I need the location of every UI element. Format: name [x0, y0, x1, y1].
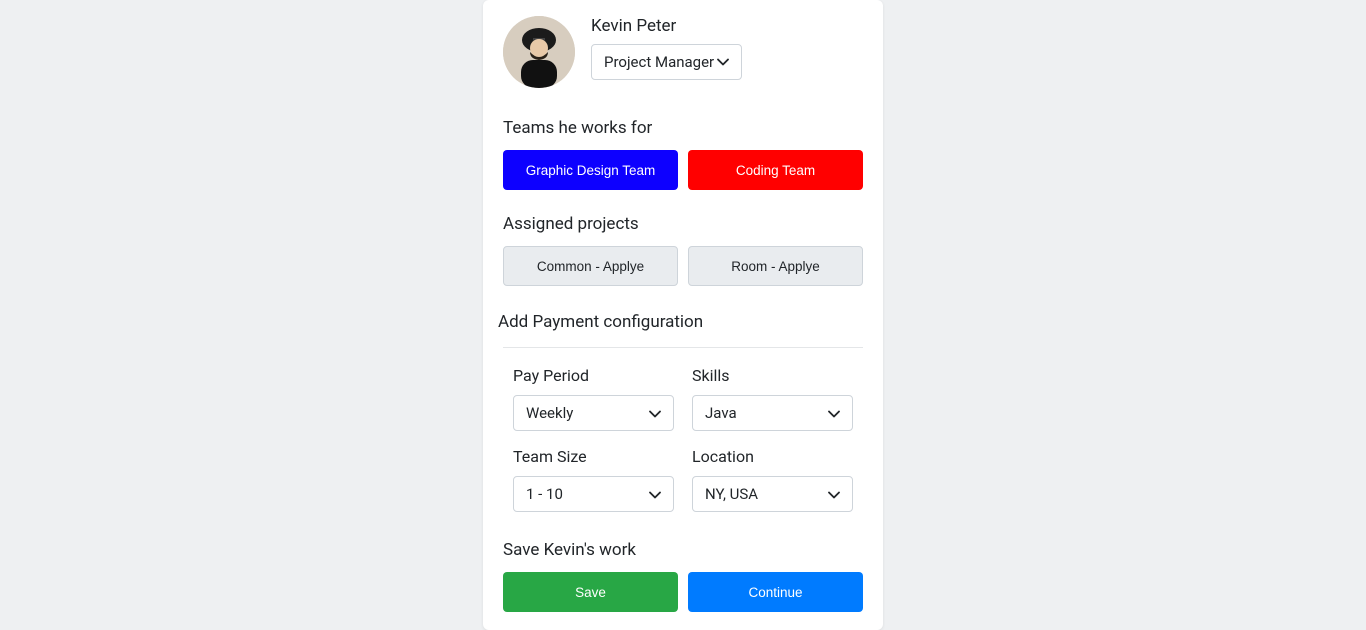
team-size-value: 1 - 10: [526, 485, 563, 503]
save-title: Save Kevin's work: [503, 540, 863, 560]
pay-period-select[interactable]: Weekly: [513, 395, 674, 431]
role-select[interactable]: Project Manager: [591, 44, 742, 80]
save-row: Save Continue: [503, 572, 863, 612]
project-button-common[interactable]: Common - Applye: [503, 246, 678, 286]
fields-row-2: Team Size 1 - 10 Location NY, USA: [513, 447, 853, 512]
teams-title: Teams he works for: [503, 118, 863, 138]
chevron-down-icon: [717, 56, 729, 69]
skills-label: Skills: [692, 366, 853, 385]
user-name: Kevin Peter: [591, 16, 861, 36]
chevron-down-icon: [828, 485, 840, 503]
location-label: Location: [692, 447, 853, 466]
location-select[interactable]: NY, USA: [692, 476, 853, 512]
team-size-label: Team Size: [513, 447, 674, 466]
save-button[interactable]: Save: [503, 572, 678, 612]
chevron-down-icon: [649, 485, 661, 503]
profile-info: Kevin Peter Project Manager: [591, 16, 861, 80]
save-section: Save Kevin's work Save Continue: [483, 540, 883, 630]
assigned-section: Assigned projects Common - Applye Room -…: [483, 214, 883, 286]
skills-value: Java: [705, 404, 737, 422]
team-button-graphic-design[interactable]: Graphic Design Team: [503, 150, 678, 190]
field-location: Location NY, USA: [692, 447, 853, 512]
continue-button[interactable]: Continue: [688, 572, 863, 612]
field-team-size: Team Size 1 - 10: [513, 447, 674, 512]
pay-period-label: Pay Period: [513, 366, 674, 385]
project-button-room[interactable]: Room - Applye: [688, 246, 863, 286]
assigned-row: Common - Applye Room - Applye: [503, 246, 863, 286]
profile-header: Kevin Peter Project Manager: [483, 0, 883, 100]
pay-period-value: Weekly: [526, 404, 573, 422]
teams-row: Graphic Design Team Coding Team: [503, 150, 863, 190]
skills-select[interactable]: Java: [692, 395, 853, 431]
payment-config-section: Add Payment configuration Pay Period Wee…: [483, 312, 883, 512]
assigned-title: Assigned projects: [503, 214, 863, 234]
team-button-coding[interactable]: Coding Team: [688, 150, 863, 190]
teams-section: Teams he works for Graphic Design Team C…: [483, 118, 883, 190]
card: Kevin Peter Project Manager Teams he wor…: [483, 0, 883, 630]
fields-row-1: Pay Period Weekly Skills Java: [513, 366, 853, 431]
field-pay-period: Pay Period Weekly: [513, 366, 674, 431]
payment-config-title: Add Payment configuration: [498, 312, 863, 340]
field-skills: Skills Java: [692, 366, 853, 431]
chevron-down-icon: [828, 404, 840, 422]
location-value: NY, USA: [705, 485, 758, 503]
team-size-select[interactable]: 1 - 10: [513, 476, 674, 512]
chevron-down-icon: [649, 404, 661, 422]
avatar: [503, 16, 575, 88]
role-select-value: Project Manager: [604, 53, 714, 71]
